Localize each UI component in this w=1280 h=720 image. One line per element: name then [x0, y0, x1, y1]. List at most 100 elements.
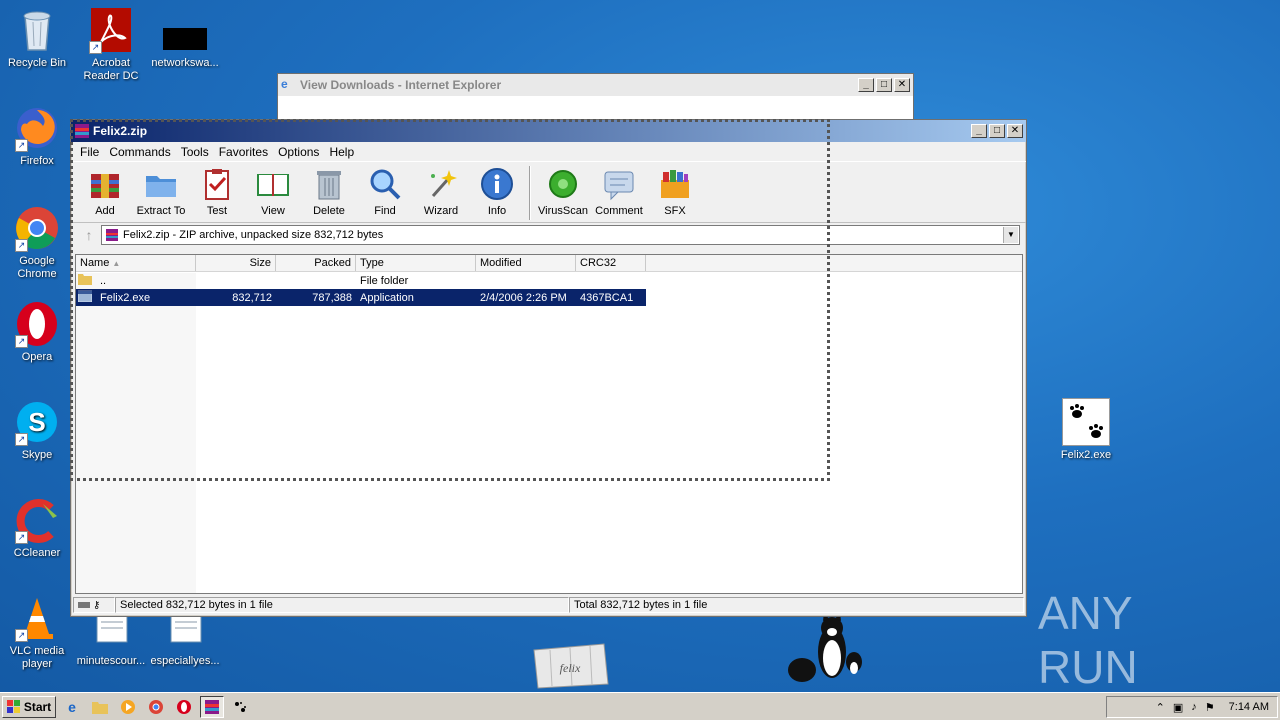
archive-path-field[interactable]: Felix2.zip - ZIP archive, unpacked size …	[101, 225, 1020, 245]
column-size[interactable]: Size	[196, 255, 276, 271]
extract-to-button[interactable]: Extract To	[133, 166, 189, 217]
menu-favorites[interactable]: Favorites	[214, 145, 273, 159]
column-header-row: Name ▲ Size Packed Type Modified CRC32	[76, 255, 1022, 272]
winrar-taskbar-button[interactable]	[200, 695, 224, 718]
table-row-parent[interactable]: .. File folder	[76, 272, 1022, 289]
felix-box-image: felix	[530, 640, 610, 690]
svg-text:felix: felix	[560, 661, 581, 675]
start-button[interactable]: Start	[2, 695, 56, 718]
winrar-title: Felix2.zip	[93, 124, 148, 138]
svg-text:S: S	[28, 407, 45, 437]
virus-icon	[549, 170, 577, 198]
wizard-button[interactable]: Wizard	[413, 166, 469, 217]
info-icon	[481, 168, 513, 200]
desktop-icon-acrobat[interactable]: ↗ Acrobat Reader DC	[74, 6, 148, 83]
taskbar: Start e ⌃ ▣ ♪ ⚑ 7:14 AM	[0, 692, 1280, 720]
desktop-icon-recycle-bin[interactable]: Recycle Bin	[0, 6, 74, 70]
opera-icon: ↗	[13, 300, 61, 348]
trash-icon	[317, 171, 341, 200]
toolbar-separator	[529, 166, 531, 220]
status-icons: ⚷	[73, 597, 115, 613]
column-type[interactable]: Type	[356, 255, 476, 271]
skype-icon: S ↗	[13, 398, 61, 446]
volume-icon[interactable]: ♪	[1191, 701, 1197, 713]
find-button[interactable]: Find	[357, 166, 413, 217]
winrar-icon	[74, 123, 90, 139]
chrome-taskbar-icon[interactable]	[144, 696, 168, 718]
delete-button[interactable]: Delete	[301, 166, 357, 217]
wand-icon	[431, 170, 457, 197]
row-crc: 4367BCA1	[580, 291, 634, 304]
extract-folder-icon	[146, 176, 176, 197]
network-icon[interactable]: ▣	[1173, 701, 1183, 714]
virusscan-button[interactable]: VirusScan	[535, 166, 591, 217]
maximize-button[interactable]: □	[876, 78, 892, 92]
ie-title: View Downloads - Internet Explorer	[300, 78, 502, 92]
ie-titlebar[interactable]: e View Downloads - Internet Explorer _ □…	[278, 74, 913, 96]
recycle-bin-icon	[13, 6, 61, 54]
row-type: Application	[360, 291, 414, 304]
desktop-icon-chrome[interactable]: ↗ Google Chrome	[0, 204, 74, 281]
menu-file[interactable]: File	[75, 145, 104, 159]
status-bar: ⚷ Selected 832,712 bytes in 1 file Total…	[73, 596, 1024, 614]
ie-window[interactable]: e View Downloads - Internet Explorer _ □…	[277, 73, 914, 123]
sort-up-icon: ▲	[112, 259, 121, 268]
menu-help[interactable]: Help	[324, 145, 359, 159]
maximize-button[interactable]: □	[989, 124, 1005, 138]
column-modified[interactable]: Modified	[476, 255, 576, 271]
menu-options[interactable]: Options	[273, 145, 324, 159]
archive-path-text: Felix2.zip - ZIP archive, unpacked size …	[123, 229, 384, 241]
drive-icon	[78, 602, 90, 608]
row-size: 832,712	[232, 291, 272, 304]
desktop-icon-ccleaner[interactable]: ↗ CCleaner	[0, 496, 74, 560]
chrome-icon: ↗	[13, 204, 61, 252]
row-packed: 787,388	[312, 291, 352, 304]
ie-taskbar-icon[interactable]: e	[60, 696, 84, 718]
table-row-felix2-exe[interactable]: Felix2.exe 832,712 787,388 Application 2…	[76, 289, 646, 306]
desktop-icon-firefox[interactable]: ↗ Firefox	[0, 104, 74, 168]
test-button[interactable]: Test	[189, 166, 245, 217]
menu-commands[interactable]: Commands	[104, 145, 175, 159]
windows-logo-icon	[6, 700, 20, 713]
close-button[interactable]: ✕	[1007, 124, 1023, 138]
desktop-icon-vlc[interactable]: ↗ VLC media player	[0, 594, 74, 671]
info-button[interactable]: Info	[469, 166, 525, 217]
vlc-cone-icon: ↗	[13, 594, 61, 642]
desktop-icon-opera[interactable]: ↗ Opera	[0, 300, 74, 364]
media-player-taskbar-icon[interactable]	[116, 696, 140, 718]
menu-tools[interactable]: Tools	[176, 145, 214, 159]
explorer-taskbar-icon[interactable]	[88, 696, 112, 718]
sfx-icon	[661, 170, 689, 198]
acrobat-icon: ↗	[87, 6, 135, 54]
comment-button[interactable]: Comment	[591, 166, 647, 217]
up-arrow-icon[interactable]: ↑	[77, 227, 101, 243]
menubar: File Commands Tools Favorites Options He…	[71, 142, 1026, 161]
chevron-down-icon[interactable]: ▼	[1003, 227, 1018, 243]
winrar-window[interactable]: Felix2.zip _ □ ✕ File Commands Tools Fav…	[70, 119, 1027, 617]
test-clipboard-icon	[205, 169, 229, 200]
winrar-titlebar[interactable]: Felix2.zip _ □ ✕	[71, 120, 1026, 142]
desktop-icon-felix2-exe[interactable]: Felix2.exe	[1049, 398, 1123, 462]
folder-icon	[76, 273, 96, 288]
flag-icon[interactable]: ⚑	[1205, 701, 1215, 714]
magnifier-icon	[370, 169, 401, 200]
minimize-button[interactable]: _	[971, 124, 987, 138]
row-name: ..	[100, 274, 107, 287]
row-name: Felix2.exe	[100, 291, 151, 304]
column-packed[interactable]: Packed	[276, 255, 356, 271]
clock[interactable]: 7:14 AM	[1229, 701, 1269, 713]
key-icon: ⚷	[93, 599, 101, 611]
sfx-button[interactable]: SFX	[647, 166, 703, 217]
view-button[interactable]: View	[245, 166, 301, 217]
close-button[interactable]: ✕	[894, 78, 910, 92]
minimize-button[interactable]: _	[858, 78, 874, 92]
opera-taskbar-icon[interactable]	[172, 696, 196, 718]
felix-taskbar-icon[interactable]	[228, 696, 252, 718]
ccleaner-icon: ↗	[13, 496, 61, 544]
column-name[interactable]: Name ▲	[76, 255, 196, 271]
desktop-icon-networkswa[interactable]: networkswa...	[148, 6, 222, 70]
column-crc32[interactable]: CRC32	[576, 255, 646, 271]
tray-expand-icon[interactable]: ⌃	[1156, 701, 1165, 714]
desktop-icon-skype[interactable]: S ↗ Skype	[0, 398, 74, 462]
add-button[interactable]: Add	[77, 166, 133, 217]
